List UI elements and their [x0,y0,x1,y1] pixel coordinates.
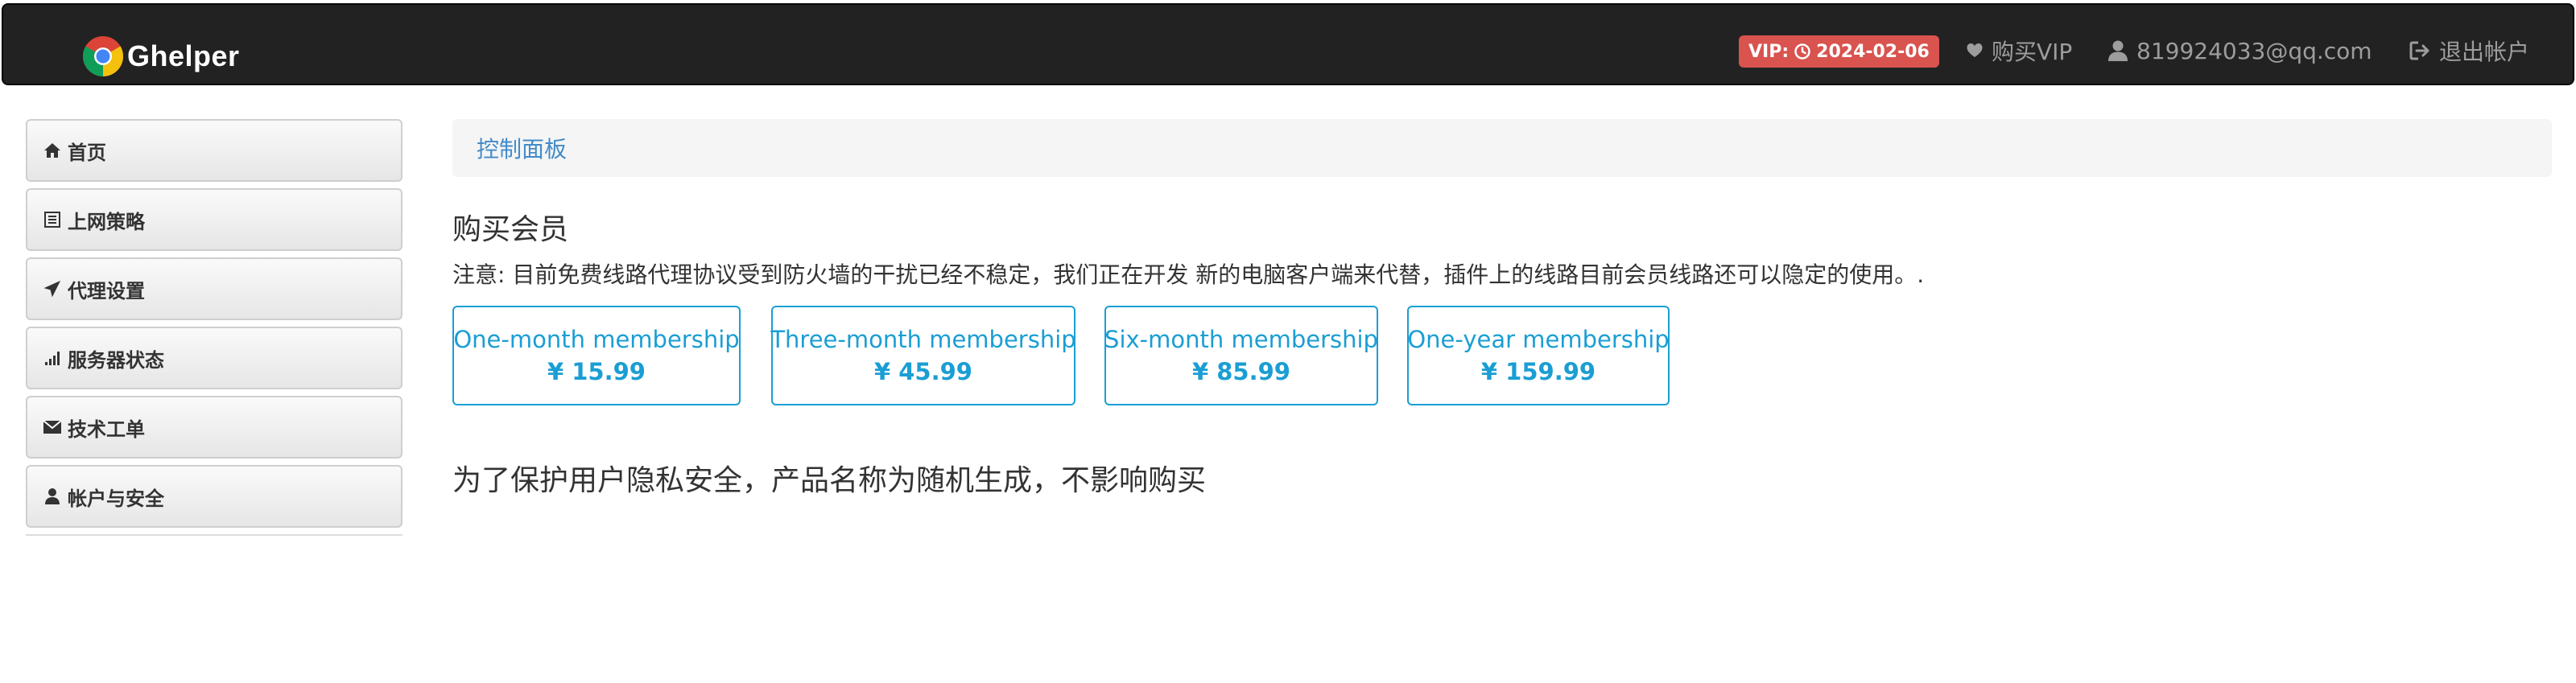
sidebar-item-account-security[interactable]: 帐户与安全 [26,465,402,528]
user-account-link[interactable]: 819924033@qq.com [2107,31,2372,71]
logout-icon [2409,41,2429,60]
signal-icon [42,348,63,368]
plan-button-one-month[interactable]: One-month membership ¥ 15.99 [452,306,741,405]
envelope-icon [42,417,63,438]
page-title: 购买会员 [452,213,569,246]
sidebar-item-label: 首页 [68,141,106,164]
vip-expiry-date: 2024-02-06 [1816,41,1930,62]
sidebar-item-label: 帐户与安全 [68,487,164,510]
sidebar-divider [26,534,402,536]
plan-price: ¥ 85.99 [1191,358,1290,385]
buy-vip-link[interactable]: 购买VIP [1966,31,2072,71]
plan-price: ¥ 45.99 [873,358,972,385]
brand[interactable]: Ghelper [82,35,240,77]
sidebar-item-proxy-settings[interactable]: 代理设置 [26,257,402,320]
logout-label: 退出帐户 [2439,39,2530,65]
vip-expiry-badge: VIP: 2024-02-06 [1739,35,1939,68]
sidebar-item-server-status[interactable]: 服务器状态 [26,327,402,389]
plan-button-six-month[interactable]: Six-month membership ¥ 85.99 [1104,306,1378,405]
sidebar-item-browsing-strategy[interactable]: 上网策略 [26,188,402,251]
logout-link[interactable]: 退出帐户 [2409,31,2529,71]
list-icon [42,209,63,230]
plan-name: Six-month membership [1104,326,1378,353]
clock-icon [1794,43,1810,60]
plan-price: ¥ 159.99 [1480,358,1596,385]
user-icon [2108,40,2128,61]
plan-name: Three-month membership [770,326,1076,353]
send-icon [42,278,63,299]
sidebar-item-support-tickets[interactable]: 技术工单 [26,396,402,459]
home-icon [42,140,63,161]
sidebar: 首页 上网策略 代理设置 服务器状态 技术工单 帐户与安全 [26,119,402,536]
plan-button-one-year[interactable]: One-year membership ¥ 159.99 [1407,306,1670,405]
privacy-note: 为了保护用户隐私安全，产品名称为随机生成，不影响购买 [452,464,1207,497]
heart-icon [1967,43,1983,57]
buy-vip-label: 购买VIP [1992,39,2073,65]
plan-button-three-month[interactable]: Three-month membership ¥ 45.99 [770,306,1076,405]
breadcrumb: 控制面板 [452,119,2552,177]
top-navbar: Ghelper VIP: 2024-02-06 购买VIP 819924033@… [2,3,2574,85]
user-icon [42,486,63,507]
chrome-logo-icon [83,36,123,76]
sidebar-item-label: 技术工单 [68,418,145,441]
sidebar-item-label: 上网策略 [68,210,145,233]
sidebar-item-home[interactable]: 首页 [26,119,402,182]
plan-name: One-year membership [1407,326,1670,353]
vip-label: VIP: [1748,41,1790,62]
brand-name: Ghelper [127,39,240,72]
sidebar-item-label: 代理设置 [68,279,145,302]
user-email: 819924033@qq.com [2136,37,2372,64]
notice-text: 注意: 目前免费线路代理协议受到防火墙的干扰已经不稳定，我们正在开发 新的电脑客… [452,261,1925,288]
sidebar-item-label: 服务器状态 [68,348,164,372]
plan-name: One-month membership [453,326,740,353]
plan-price: ¥ 15.99 [547,358,646,385]
breadcrumb-item-dashboard[interactable]: 控制面板 [477,132,567,164]
